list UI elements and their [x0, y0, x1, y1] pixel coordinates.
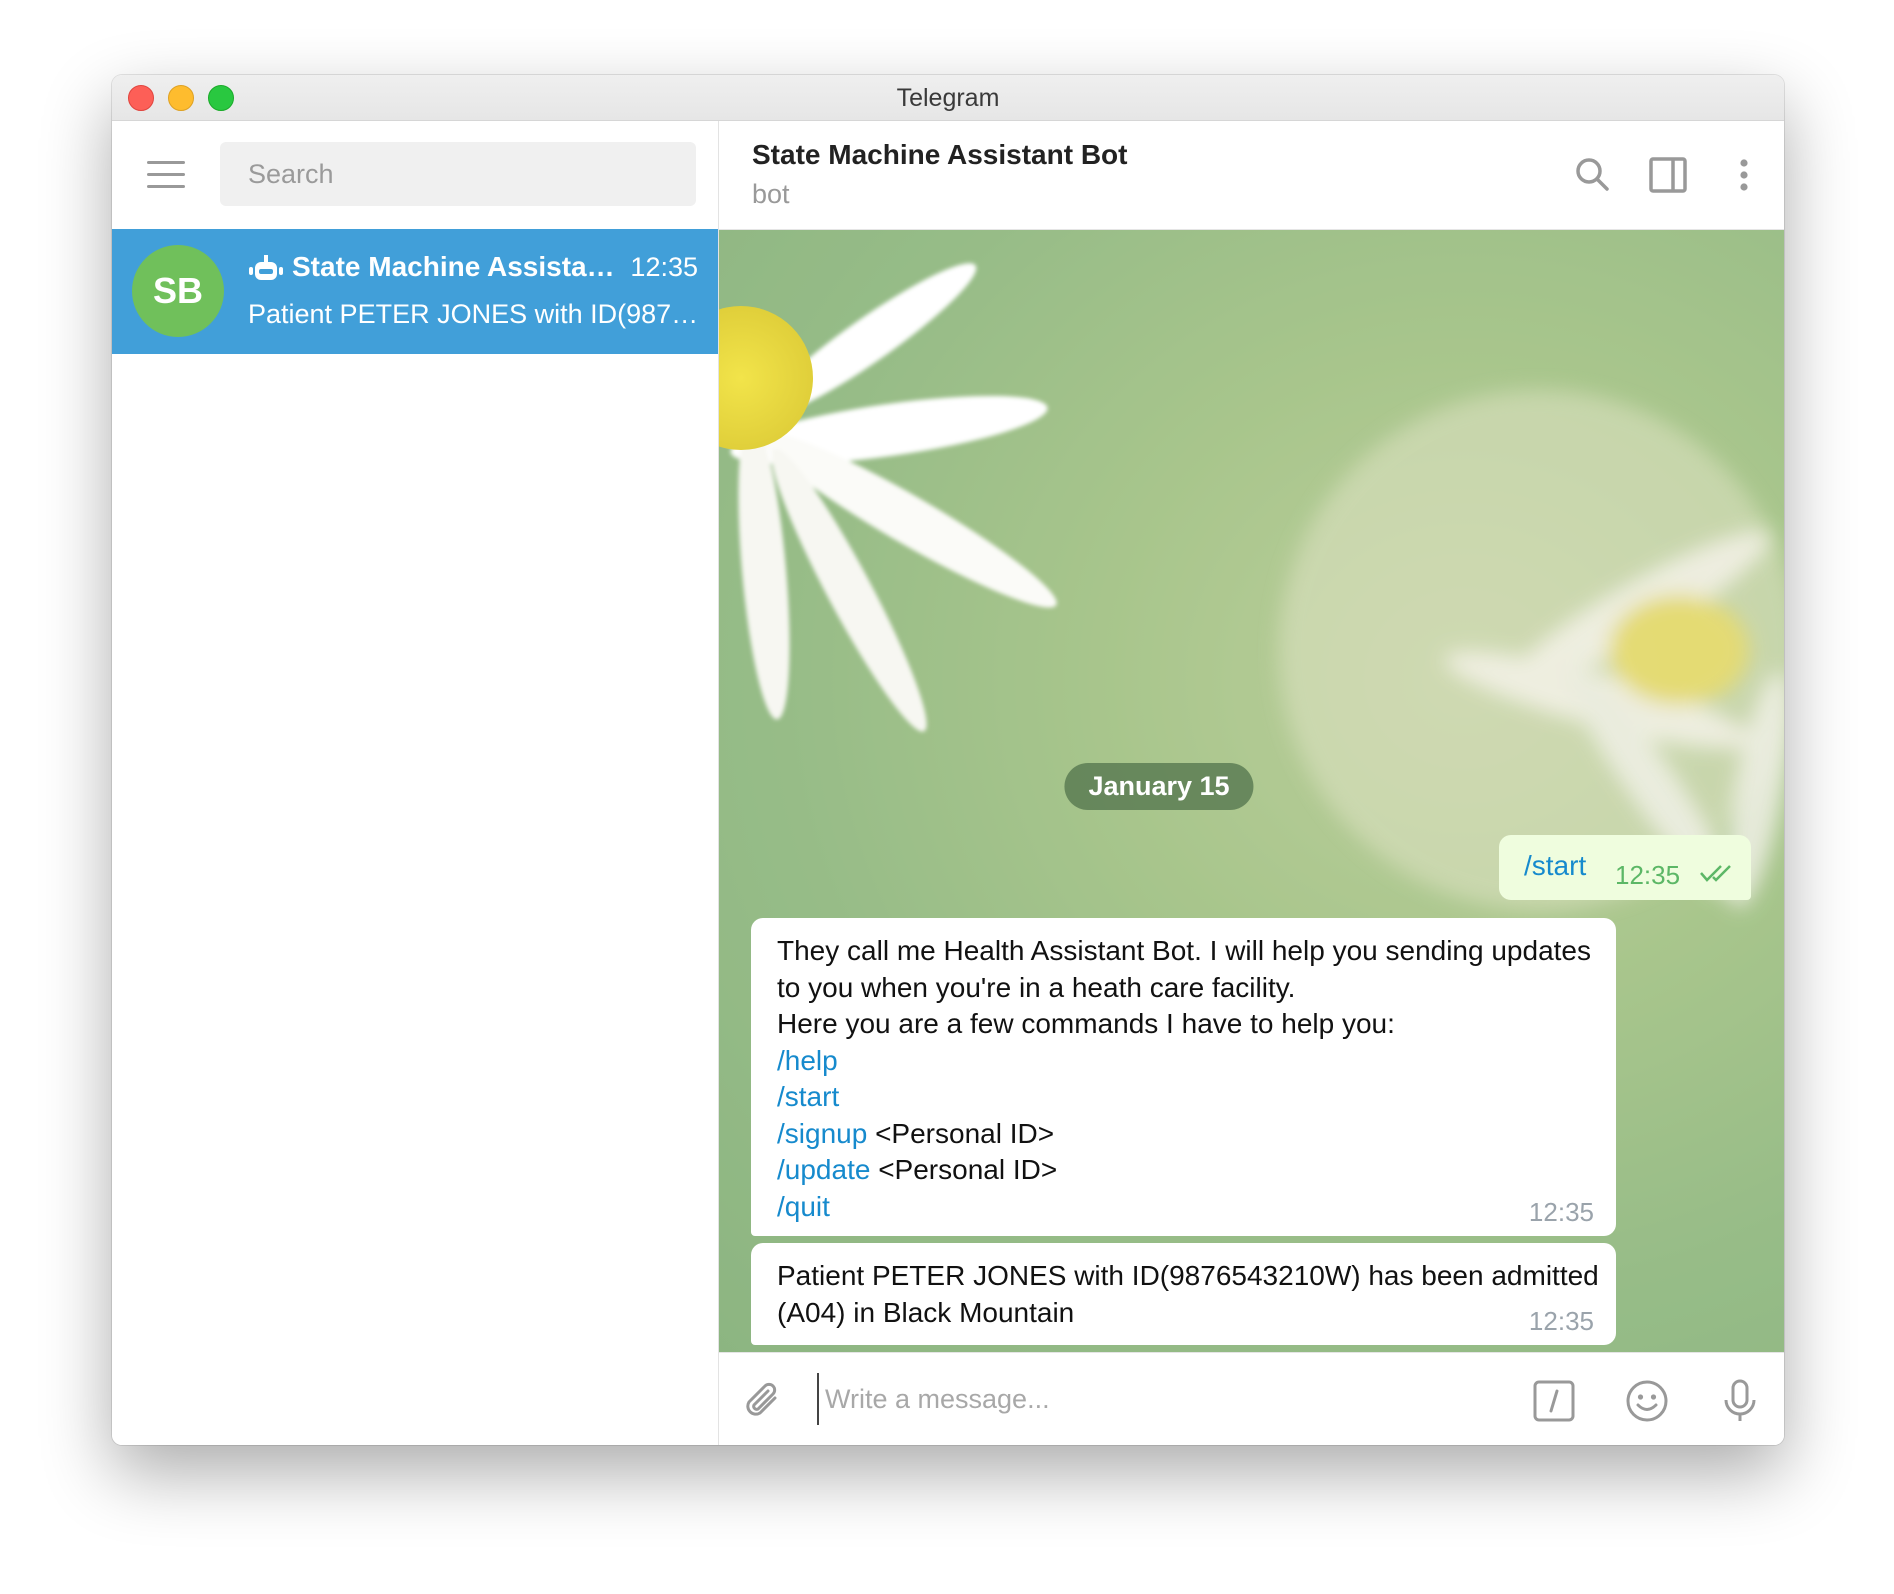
- message-time: 12:35: [1528, 1197, 1594, 1227]
- more-options-icon[interactable]: [1724, 155, 1764, 195]
- message-text-line: Here you are a few commands I have to he…: [777, 1008, 1395, 1039]
- message-time: 12:35: [1528, 1306, 1594, 1336]
- date-badge: January 15: [1064, 763, 1254, 810]
- command-argument: <Personal ID>: [870, 1154, 1058, 1185]
- message-text-line: (A04) in Black Mountain: [777, 1296, 1075, 1328]
- sidebar: SB State Machine Assistant ... 12:35 Pat…: [112, 121, 719, 1445]
- telegram-window: Telegram SB State Machine Assistant ... …: [112, 75, 1784, 1445]
- command-link-update[interactable]: /update: [777, 1154, 870, 1185]
- command-link-start[interactable]: /start: [777, 1081, 839, 1112]
- command-argument: <Personal ID>: [867, 1117, 1055, 1149]
- title-bar: Telegram: [112, 75, 1784, 121]
- emoji-icon[interactable]: [1624, 1378, 1670, 1424]
- menu-icon[interactable]: [147, 161, 185, 189]
- chat-name: State Machine Assistant ...: [292, 251, 622, 282]
- message-area[interactable]: January 15 /start 12:35 They call me Hea…: [719, 230, 1784, 1352]
- chat-status: bot: [752, 179, 790, 209]
- chat-preview: Patient PETER JONES with ID(98765...: [248, 299, 700, 329]
- double-check-icon: [1700, 865, 1731, 882]
- command-link-signup[interactable]: /signup: [777, 1118, 867, 1149]
- chat-header: State Machine Assistant Bot bot: [719, 121, 1784, 230]
- avatar: SB: [132, 245, 224, 337]
- chat-title[interactable]: State Machine Assistant Bot: [752, 139, 1127, 171]
- chat-time: 12:35: [630, 252, 698, 282]
- microphone-icon[interactable]: [1717, 1378, 1763, 1424]
- chat-list-item[interactable]: SB State Machine Assistant ... 12:35 Pat…: [112, 229, 718, 354]
- incoming-message[interactable]: Patient PETER JONES with ID(9876543210W)…: [751, 1243, 1616, 1345]
- search-input[interactable]: [220, 142, 696, 206]
- conversation-pane: State Machine Assistant Bot bot January …: [719, 121, 1784, 1445]
- command-link-help[interactable]: /help: [777, 1045, 838, 1076]
- incoming-message[interactable]: They call me Health Assistant Bot. I wil…: [751, 918, 1616, 1236]
- attach-icon[interactable]: [741, 1378, 787, 1424]
- message-text-line: to you when you're in a heath care facil…: [777, 971, 1296, 1003]
- bot-commands-icon[interactable]: [1531, 1378, 1577, 1424]
- message-composer: [719, 1352, 1784, 1445]
- message-input[interactable]: [817, 1373, 1527, 1425]
- sidebar-toggle-icon[interactable]: [1648, 155, 1688, 195]
- search-icon[interactable]: [1572, 155, 1612, 195]
- command-link-quit[interactable]: /quit: [777, 1191, 830, 1222]
- command-link[interactable]: /start: [1524, 850, 1586, 882]
- outgoing-message[interactable]: /start 12:35: [1499, 835, 1751, 900]
- message-text-line: They call me Health Assistant Bot. I wil…: [777, 935, 1591, 966]
- bot-icon: [249, 255, 283, 280]
- window-title: Telegram: [896, 84, 1000, 112]
- message-text-line: Patient PETER JONES with ID(9876543210W)…: [777, 1260, 1599, 1291]
- message-time: 12:35: [1615, 860, 1681, 890]
